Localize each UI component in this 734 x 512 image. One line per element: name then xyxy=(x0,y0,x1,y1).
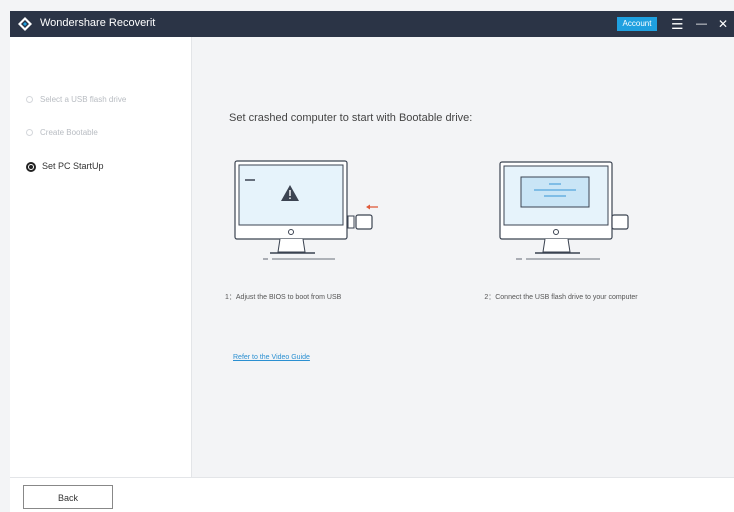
step-select-usb: Select a USB flash drive xyxy=(26,95,126,104)
step-label: Set PC StartUp xyxy=(42,161,104,171)
step-2-caption: 2：Connect the USB flash drive to your co… xyxy=(484,294,638,301)
monitor-usb-connected-icon xyxy=(499,161,629,260)
app-window: Select a USB flash drive Create Bootable… xyxy=(10,37,734,512)
back-button[interactable]: Back xyxy=(23,485,113,509)
step-active-indicator-icon xyxy=(26,161,36,172)
step-create-bootable: Create Bootable xyxy=(26,128,98,137)
menu-icon[interactable]: ☰ xyxy=(671,14,684,34)
step-indicator-icon xyxy=(26,96,33,104)
step-set-pc-startup: Set PC StartUp xyxy=(26,161,104,172)
minimize-icon[interactable]: — xyxy=(696,14,707,34)
step-label: Select a USB flash drive xyxy=(40,95,127,104)
app-title: Wondershare Recoverit xyxy=(40,17,156,29)
step-indicator-icon xyxy=(26,129,33,137)
account-button[interactable]: Account xyxy=(617,17,657,31)
page-heading: Set crashed computer to start with Boota… xyxy=(229,112,473,124)
footer-bar: Back xyxy=(10,477,734,512)
close-icon[interactable]: ✕ xyxy=(718,14,728,34)
video-guide-link[interactable]: Refer to the Video Guide xyxy=(233,354,310,361)
title-bar: Wondershare Recoverit Account ☰ — ✕ xyxy=(10,11,734,37)
step-sidebar: Select a USB flash drive Create Bootable… xyxy=(10,37,192,477)
monitor-warning-usb-icon xyxy=(234,160,378,260)
recoverit-logo-icon xyxy=(18,17,32,31)
step-label: Create Bootable xyxy=(40,128,98,137)
step-1-caption: 1：Adjust the BIOS to boot from USB xyxy=(225,294,342,301)
